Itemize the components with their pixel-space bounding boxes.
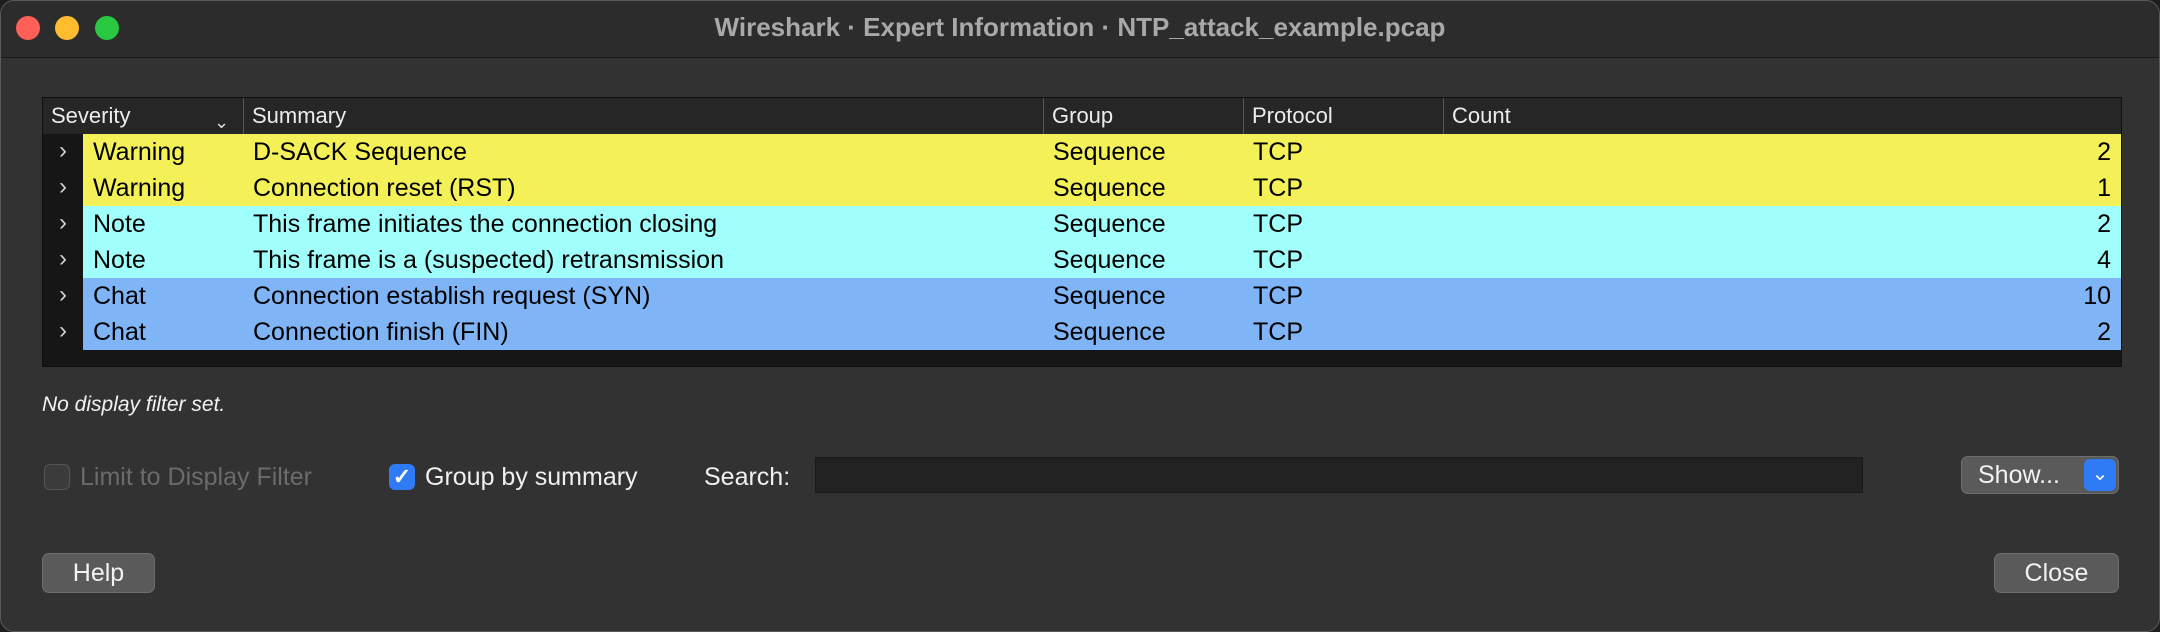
- column-header-count[interactable]: Count: [1443, 98, 2119, 134]
- cell-summary: Connection finish (FIN): [253, 318, 509, 346]
- cell-group: Sequence: [1053, 210, 1166, 238]
- close-button[interactable]: Close: [1994, 553, 2119, 593]
- cell-count: 10: [2083, 282, 2111, 310]
- table-row[interactable]: › Chat Connection finish (FIN) Sequence TCP 2: [43, 314, 2121, 350]
- search-input[interactable]: [815, 457, 1863, 493]
- group-by-summary-label: Group by summary: [425, 463, 638, 491]
- cell-severity: Warning: [93, 174, 186, 202]
- cell-count: 1: [2097, 174, 2111, 202]
- group-by-summary-checkbox[interactable]: ✓: [389, 464, 415, 490]
- cell-protocol: TCP: [1253, 246, 1303, 274]
- cell-protocol: TCP: [1253, 282, 1303, 310]
- chevron-down-icon[interactable]: ⌄: [2084, 459, 2116, 491]
- column-header-protocol[interactable]: Protocol: [1243, 98, 1443, 134]
- cell-group: Sequence: [1053, 246, 1166, 274]
- column-header-summary[interactable]: Summary: [243, 98, 1043, 134]
- cell-summary: Connection reset (RST): [253, 174, 516, 202]
- show-button[interactable]: Show... ⌄: [1961, 456, 2119, 494]
- table-row[interactable]: › Chat Connection establish request (SYN) S…: [43, 278, 2121, 314]
- cell-summary: This frame initiates the connection clos…: [253, 210, 718, 238]
- column-header-group[interactable]: Group: [1043, 98, 1243, 134]
- cell-group: Sequence: [1053, 282, 1166, 310]
- cell-group: Sequence: [1053, 318, 1166, 346]
- cell-protocol: TCP: [1253, 210, 1303, 238]
- cell-protocol: TCP: [1253, 138, 1303, 166]
- cell-severity: Chat: [93, 318, 146, 346]
- table-row[interactable]: › Warning D-SACK Sequence Sequence TCP 2: [43, 134, 2121, 170]
- cell-summary: Connection establish request (SYN): [253, 282, 651, 310]
- cell-protocol: TCP: [1253, 318, 1303, 346]
- cell-count: 2: [2097, 318, 2111, 346]
- cell-count: 4: [2097, 246, 2111, 274]
- chevron-right-icon[interactable]: ›: [43, 314, 83, 350]
- chevron-right-icon[interactable]: ›: [43, 278, 83, 314]
- limit-to-display-filter-checkbox[interactable]: [44, 464, 70, 490]
- expert-info-window: Wireshark · Expert Information · NTP_att…: [0, 0, 2160, 632]
- table-row[interactable]: › Note This frame initiates the connection…: [43, 206, 2121, 242]
- table-row[interactable]: › Note This frame is a (suspected) retrans…: [43, 242, 2121, 278]
- filter-status-text: No display filter set.: [42, 393, 226, 416]
- expert-info-tree[interactable]: Severity ⌄ Summary Group Protocol Count …: [42, 97, 2122, 367]
- limit-to-display-filter-label: Limit to Display Filter: [80, 463, 312, 491]
- title-bar: Wireshark · Expert Information · NTP_att…: [1, 1, 2159, 58]
- cell-severity: Note: [93, 246, 146, 274]
- cell-severity: Chat: [93, 282, 146, 310]
- chevron-right-icon[interactable]: ›: [43, 134, 83, 170]
- chevron-right-icon[interactable]: ›: [43, 206, 83, 242]
- column-header-severity[interactable]: Severity ⌄: [43, 98, 243, 134]
- chevron-right-icon[interactable]: ›: [43, 170, 83, 206]
- show-button-label: Show...: [1978, 461, 2060, 489]
- checkmark-icon: ✓: [392, 464, 412, 489]
- help-button[interactable]: Help: [42, 553, 155, 593]
- cell-count: 2: [2097, 210, 2111, 238]
- chevron-right-icon[interactable]: ›: [43, 242, 83, 278]
- cell-group: Sequence: [1053, 174, 1166, 202]
- cell-severity: Note: [93, 210, 146, 238]
- cell-severity: Warning: [93, 138, 186, 166]
- table-row[interactable]: › Warning Connection reset (RST) Sequence TC…: [43, 170, 2121, 206]
- cell-group: Sequence: [1053, 138, 1166, 166]
- cell-protocol: TCP: [1253, 174, 1303, 202]
- window-title: Wireshark · Expert Information · NTP_att…: [714, 12, 1446, 42]
- cell-summary: D-SACK Sequence: [253, 138, 468, 166]
- search-label: Search:: [704, 463, 791, 491]
- table-header: Severity ⌄ Summary Group Protocol Count: [43, 98, 2121, 134]
- cell-count: 2: [2097, 138, 2111, 166]
- cell-summary: This frame is a (suspected) retransmissi…: [253, 246, 724, 274]
